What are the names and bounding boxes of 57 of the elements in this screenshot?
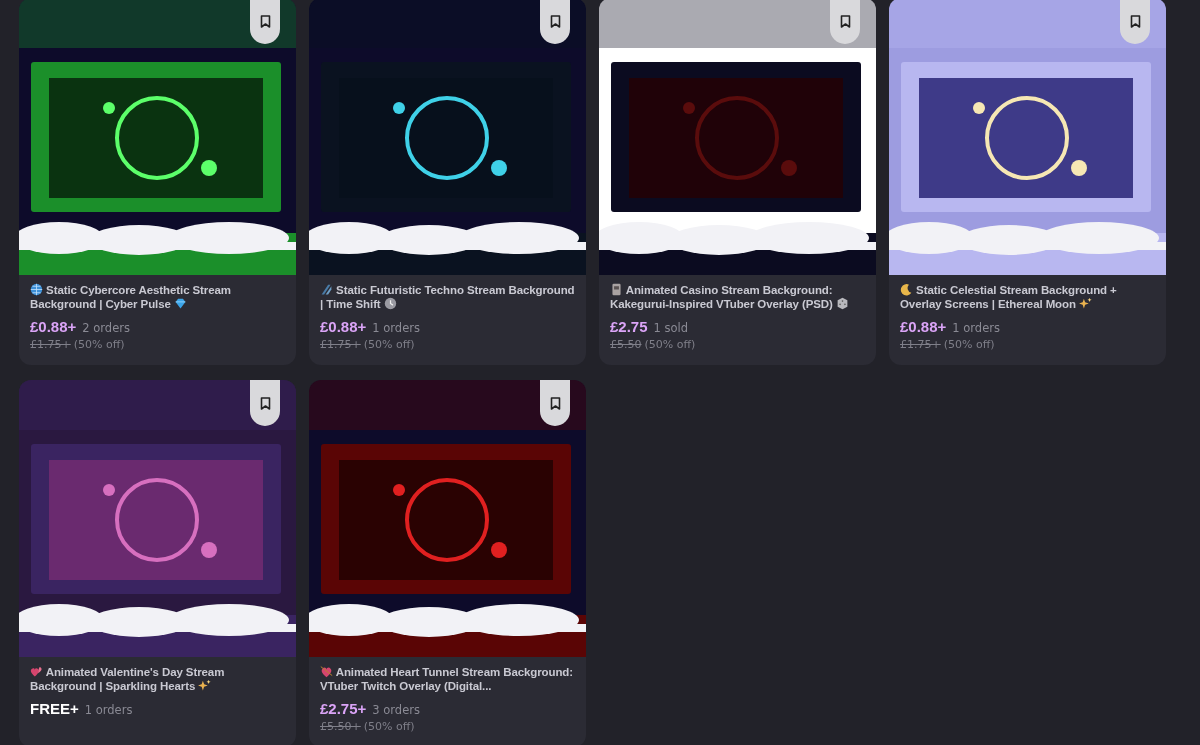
bookmark-button[interactable] [1120,0,1150,44]
sales-count: 1 sold [653,321,689,335]
device-icon [610,283,623,296]
gem-icon [173,297,187,310]
price: FREE+ [30,700,79,717]
original-price: £1.75+ [30,338,71,351]
dice-icon [835,297,849,310]
price: £2.75+ [320,700,367,717]
product-title[interactable]: Static Celestial Stream Background + Overlay Screens | Ethereal Moon [900,283,1156,311]
globe-icon [30,283,43,296]
discount-label: (50% off) [943,338,995,351]
original-price: £5.50+ [320,720,361,733]
discount-label: (50% off) [363,720,415,733]
product-title[interactable]: Animated Heart Tunnel Stream Background: VTuber Twitch Overlay (Digital... [320,665,576,693]
bookmark-icon [259,396,271,410]
sales-count: 1 orders [84,703,133,717]
price: £0.88+ [320,318,367,335]
clock-icon [383,297,397,310]
heart-icon [30,665,43,678]
product-card[interactable]: Static Cybercore Aesthetic Stream Background | Cyber Pulse £0.88+ 2 orders £1.75+ (50% off) [19,0,296,365]
bookmark-icon [259,14,271,28]
price: £2.75 [610,318,648,335]
bookmark-icon [549,14,561,28]
product-title[interactable]: Animated Valentine's Day Stream Background | Sparkling Hearts [30,665,286,693]
original-price: £5.50 [610,338,642,351]
product-card[interactable]: Animated Casino Stream Background: Kakegurui-Inspired VTuber Overlay (PSD) £2.75 1 sold £5.50 (50% off) [599,0,876,365]
stripes-icon [320,283,333,296]
sales-count: 1 orders [952,321,1000,335]
product-title[interactable]: Animated Casino Stream Background: Kakegurui-Inspired VTuber Overlay (PSD) [610,283,866,311]
product-card[interactable]: Static Futuristic Techno Stream Background | Time Shift £0.88+ 1 orders £1.75+ (50% off) [309,0,586,365]
price: £0.88+ [900,318,947,335]
price: £0.88+ [30,318,77,335]
bookmark-icon [1129,14,1141,28]
product-title[interactable]: Static Cybercore Aesthetic Stream Background | Cyber Pulse [30,283,286,311]
product-card[interactable]: Animated Heart Tunnel Stream Background: VTuber Twitch Overlay (Digital... £2.75+ 3 orders £5.50+ (50% off) [309,380,586,745]
bookmark-button[interactable] [250,0,280,44]
bookmark-button[interactable] [830,0,860,44]
discount-label: (50% off) [644,338,696,351]
original-price: £1.75+ [900,338,941,351]
product-card[interactable]: Animated Valentine's Day Stream Background | Sparkling Hearts FREE+ 1 orders [19,380,296,745]
moon-icon [900,283,913,296]
bookmark-button[interactable] [540,0,570,44]
sales-count: 1 orders [372,321,420,335]
sparkles-icon [1079,297,1092,310]
original-price: £1.75+ [320,338,361,351]
discount-label: (50% off) [363,338,415,351]
bookmark-button[interactable] [250,380,280,426]
bookmark-icon [549,396,561,410]
bookmark-button[interactable] [540,380,570,426]
product-card[interactable]: Static Celestial Stream Background + Overlay Screens | Ethereal Moon £0.88+ 1 orders £1.75+ (50% off) [889,0,1166,365]
heart-icon [320,665,333,678]
bookmark-icon [839,14,851,28]
sparkles-icon [198,679,212,692]
product-title[interactable]: Static Futuristic Techno Stream Background | Time Shift [320,283,576,311]
sales-count: 2 orders [82,321,130,335]
sales-count: 3 orders [372,703,420,717]
discount-label: (50% off) [73,338,125,351]
